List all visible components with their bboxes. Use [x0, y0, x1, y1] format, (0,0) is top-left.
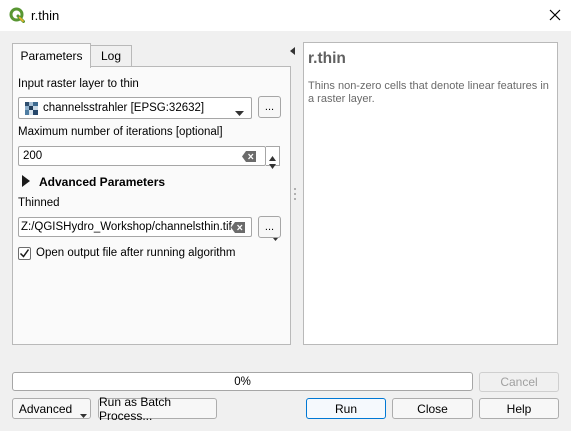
tab-parameters[interactable]: Parameters — [12, 43, 91, 68]
splitter-handle-icon[interactable] — [294, 188, 296, 203]
batch-process-button[interactable]: Run as Batch Process... — [98, 395, 217, 423]
close-button-label: Close — [417, 401, 448, 416]
clear-output-icon[interactable] — [231, 222, 245, 236]
run-button-label: Run — [334, 401, 357, 416]
help-description: Thins non-zero cells that denote linear … — [308, 80, 549, 105]
help-button-label: Help — [506, 401, 532, 416]
advanced-button-label: Advanced — [18, 401, 73, 416]
advanced-parameters-toggle[interactable]: Advanced Parameters — [22, 174, 166, 190]
input-layer-combo[interactable]: channelsstrahler [EPSG:32632] — [18, 97, 252, 119]
open-output-label: Open output file after running algorithm — [36, 247, 236, 259]
advanced-parameters-label: Advanced Parameters — [39, 175, 166, 189]
thinned-output-browse-button[interactable]: ... — [258, 216, 281, 241]
batch-process-button-label: Run as Batch Process... — [99, 394, 172, 423]
help-title: r.thin — [308, 50, 346, 67]
close-window-button[interactable] — [544, 5, 566, 25]
clear-field-icon[interactable] — [242, 151, 256, 165]
input-layer-browse-button[interactable]: ... — [258, 96, 281, 118]
tab-log-label: Log — [100, 49, 122, 63]
run-button[interactable]: Run — [306, 398, 386, 419]
small-dropdown-icon — [273, 232, 278, 244]
thinned-output-input[interactable]: Z:/QGISHydro_Workshop/channelsthin.tif — [18, 217, 252, 237]
open-output-checkbox[interactable] — [18, 247, 31, 260]
thinned-output-value: Z:/QGISHydro_Workshop/channelsthin.tif — [21, 221, 232, 233]
iterations-value: 200 — [23, 150, 43, 162]
dropdown-arrow-icon — [235, 106, 244, 120]
iterations-label: Maximum number of iterations [optional] — [18, 126, 223, 138]
input-layer-label: Input raster layer to thin — [18, 78, 139, 90]
input-layer-browse-label: ... — [264, 101, 275, 113]
chevron-down-icon — [80, 407, 87, 421]
tab-log[interactable]: Log — [90, 45, 132, 66]
window-title: r.thin — [31, 8, 60, 23]
progress-text: 0% — [234, 375, 251, 388]
cancel-button[interactable]: Cancel — [479, 372, 559, 392]
qgis-logo-icon — [9, 7, 25, 23]
title-bar — [0, 0, 571, 31]
close-button[interactable]: Close — [392, 398, 473, 419]
expand-arrow-icon — [22, 174, 30, 190]
raster-layer-icon — [25, 102, 38, 115]
close-x-icon — [549, 9, 561, 21]
cancel-button-label: Cancel — [500, 375, 538, 389]
help-button[interactable]: Help — [479, 398, 559, 419]
thinned-label: Thinned — [18, 197, 60, 209]
iterations-input[interactable]: 200 — [18, 146, 266, 166]
tab-parameters-label: Parameters — [20, 49, 83, 63]
spin-down-icon[interactable] — [269, 158, 276, 172]
checkmark-icon — [19, 249, 30, 258]
input-layer-value: channelsstrahler [EPSG:32632] — [43, 102, 205, 114]
progress-bar: 0% — [12, 372, 473, 391]
advanced-button[interactable]: Advanced — [12, 398, 91, 419]
iterations-spinner[interactable] — [266, 146, 280, 169]
collapse-help-icon[interactable] — [290, 44, 295, 58]
